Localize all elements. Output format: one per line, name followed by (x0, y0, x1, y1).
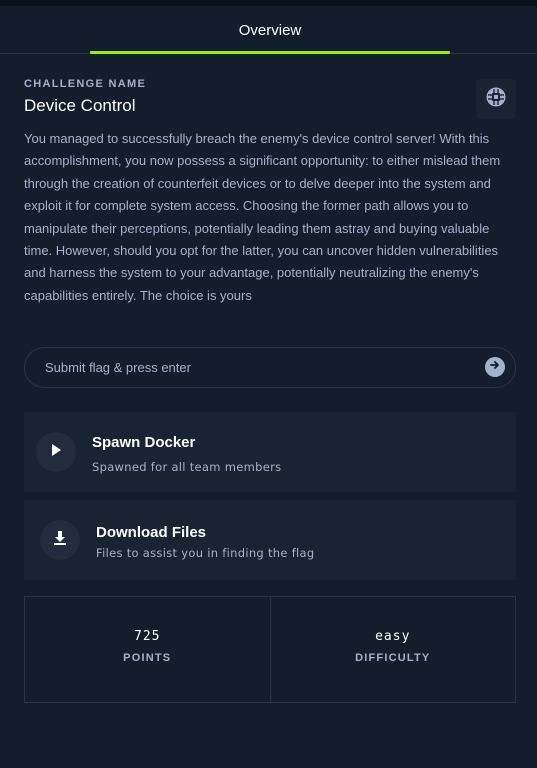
submit-flag-button[interactable] (485, 357, 505, 377)
difficulty-label: DIFFICULTY (355, 652, 431, 664)
challenge-description: You managed to successfully breach the e… (24, 131, 501, 303)
download-files-button[interactable]: Download Files Files to assist you in fi… (24, 500, 516, 580)
active-tab-indicator (90, 51, 450, 54)
download-files-title: Download Files (96, 524, 207, 541)
difficulty-value: easy (375, 629, 411, 644)
download-files-subtitle: Files to assist you in finding the flag (96, 546, 315, 560)
spawn-icon-circle (36, 432, 76, 472)
challenge-title: Device Control (24, 96, 136, 115)
spawn-docker-subtitle: Spawned for all team members (92, 460, 282, 474)
tab-overview[interactable]: Overview (90, 6, 450, 54)
hardware-chip-icon (485, 86, 507, 113)
category-badge (476, 79, 516, 119)
tab-overview-label: Overview (238, 21, 302, 39)
points-value: 725 (134, 629, 161, 644)
tab-bar: Overview (0, 6, 537, 54)
download-icon-circle (40, 520, 80, 560)
flag-form (24, 347, 516, 388)
download-icon (52, 530, 68, 551)
challenge-stats: 725 POINTS easy DIFFICULTY (24, 596, 516, 703)
difficulty-stat: easy DIFFICULTY (269, 597, 516, 702)
points-stat: 725 POINTS (25, 597, 270, 702)
play-icon (50, 443, 62, 462)
challenge-name-label: CHALLENGE NAME (24, 78, 147, 90)
spawn-docker-button[interactable]: Spawn Docker Spawned for all team member… (24, 412, 516, 492)
arrow-right-circle-icon (489, 358, 501, 376)
points-label: POINTS (123, 652, 172, 664)
spawn-docker-title: Spawn Docker (92, 434, 196, 451)
flag-input[interactable] (45, 348, 465, 387)
